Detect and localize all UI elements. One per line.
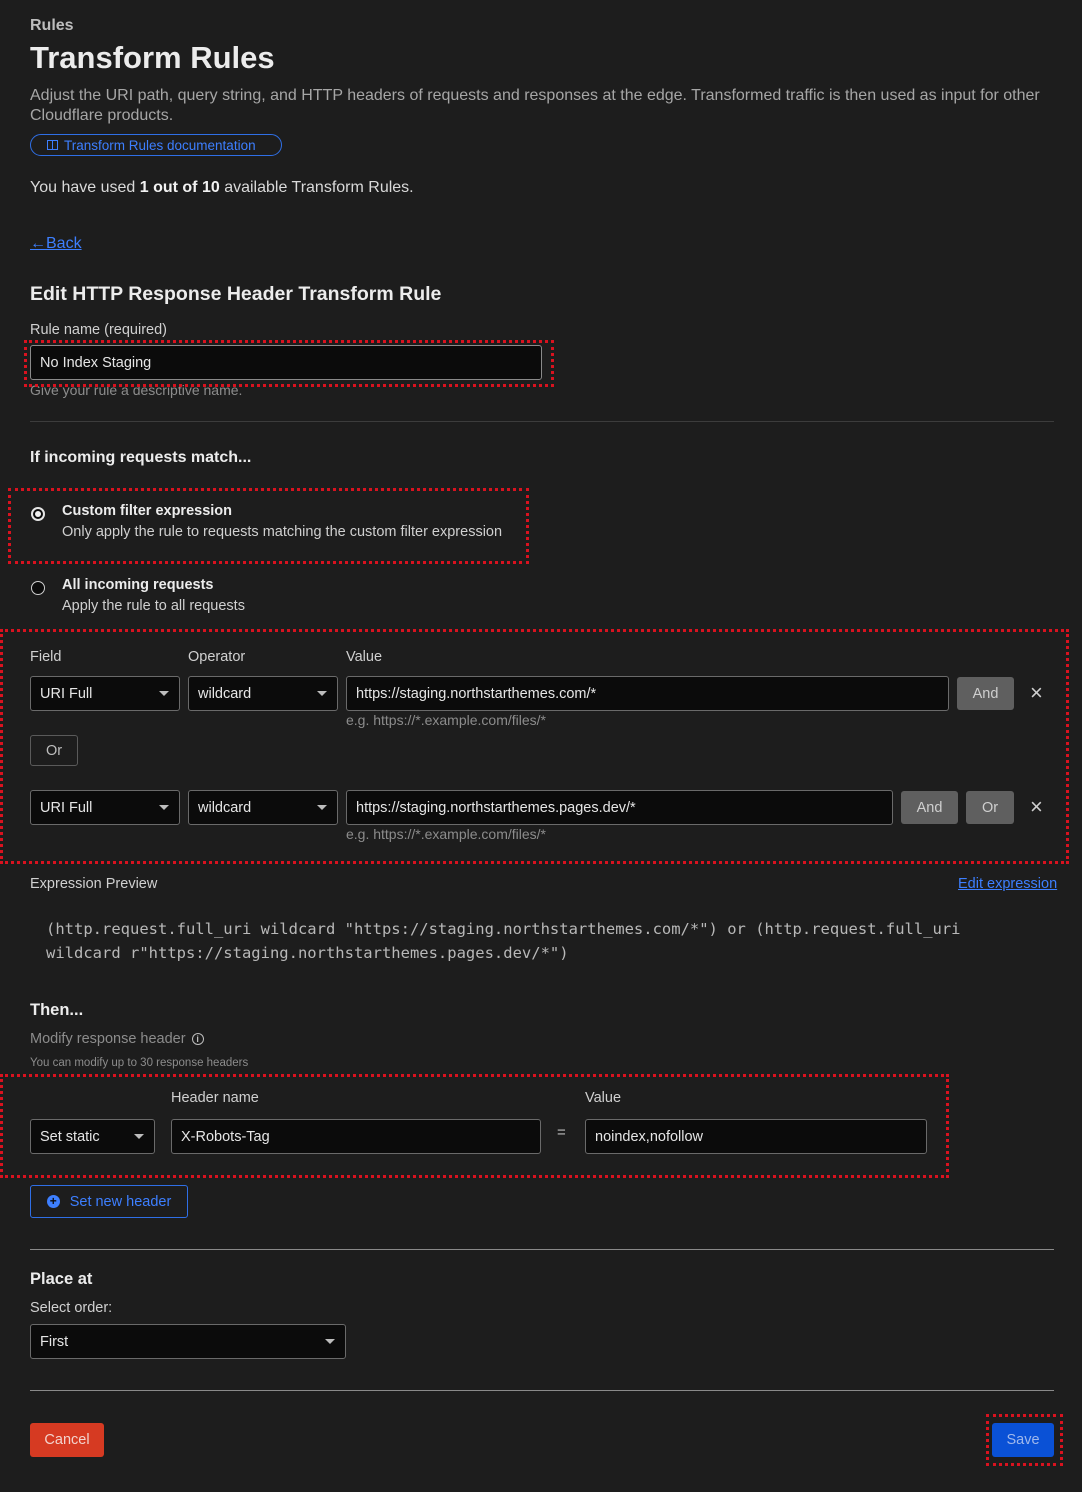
field-select-value: URI Full [40,685,93,702]
page-description: Adjust the URI path, query string, and H… [30,87,1040,124]
value-input[interactable]: https://staging.northstarthemes.com/* [346,676,949,711]
place-at-title: Place at [30,1270,93,1288]
expression-preview: (http.request.full_uri wildcard "https:/… [46,917,1056,965]
modify-header-text: Modify response header [30,1031,186,1047]
then-title: Then... [30,1001,84,1019]
custom-filter-radio[interactable] [31,507,45,521]
and-button[interactable]: And [901,791,958,824]
documentation-link[interactable]: Transform Rules documentation [30,134,282,156]
expression-preview-label: Expression Preview [30,876,158,892]
rule-name-input[interactable]: No Index Staging [30,345,542,380]
rule-name-label: Rule name (required) [30,322,168,338]
and-button[interactable]: And [957,677,1014,710]
value-column-label: Value [346,649,383,665]
usage-count: 1 out of 10 [139,179,220,196]
field-select-value: URI Full [40,799,93,816]
custom-filter-label: Custom filter expression [62,503,233,519]
all-requests-radio[interactable] [31,581,45,595]
operator-select[interactable]: wildcard [188,790,338,825]
chevron-down-icon [317,691,327,696]
all-requests-desc: Apply the rule to all requests [62,598,245,614]
page-title: Transform Rules [30,40,275,75]
field-select[interactable]: URI Full [30,790,180,825]
all-requests-label: All incoming requests [62,577,214,593]
header-name-label: Header name [171,1090,259,1106]
set-new-header-label: Set new header [69,1193,172,1210]
equals-sign: = [557,1124,566,1141]
chevron-down-icon [317,805,327,810]
usage-text: You have used 1 out of 10 available Tran… [30,179,414,196]
divider [30,1249,1054,1250]
documentation-link-label: Transform Rules documentation [64,137,256,153]
header-value-label: Value [585,1090,622,1106]
value-hint: e.g. https://*.example.com/files/* [346,712,546,728]
operator-select[interactable]: wildcard [188,676,338,711]
header-limit-note: You can modify up to 30 response headers [30,1057,249,1069]
back-link-label: Back [46,235,82,252]
operator-select-value: wildcard [198,799,252,816]
match-title: If incoming requests match... [30,449,252,466]
chevron-down-icon [134,1134,144,1139]
cancel-button[interactable]: Cancel [30,1423,104,1457]
field-select[interactable]: URI Full [30,676,180,711]
operator-select-value: wildcard [198,685,252,702]
chevron-down-icon [325,1339,335,1344]
header-action-select[interactable]: Set static [30,1119,155,1154]
plus-icon: + [46,1195,60,1208]
remove-row-icon[interactable]: × [1030,796,1043,818]
back-arrow-icon: ← [30,235,46,252]
custom-filter-desc: Only apply the rule to requests matching… [62,524,503,540]
expression-line: wildcard r"https://staging.northstarthem… [46,944,569,962]
header-name-input[interactable]: X-Robots-Tag [171,1119,541,1154]
order-select-value: First [40,1333,69,1350]
modify-header-label: Modify response header i [30,1031,204,1047]
breadcrumb: Rules [30,17,74,34]
form-title: Edit HTTP Response Header Transform Rule [30,283,442,305]
header-action-value: Set static [40,1128,100,1145]
chevron-down-icon [159,805,169,810]
chevron-down-icon [159,691,169,696]
order-select[interactable]: First [30,1324,346,1359]
value-hint: e.g. https://*.example.com/files/* [346,826,546,842]
divider [30,421,1054,422]
edit-expression-link[interactable]: Edit expression [958,876,1057,892]
book-icon [47,140,58,150]
or-separator-button[interactable]: Or [30,735,78,766]
remove-row-icon[interactable]: × [1030,682,1043,704]
value-input[interactable]: https://staging.northstarthemes.pages.de… [346,790,893,825]
set-new-header-button[interactable]: + Set new header [30,1185,188,1218]
operator-column-label: Operator [188,649,246,665]
header-value-input[interactable]: noindex,nofollow [585,1119,927,1154]
field-column-label: Field [30,649,62,665]
or-button[interactable]: Or [966,791,1014,824]
divider [30,1390,1054,1391]
select-order-label: Select order: [30,1300,113,1316]
expression-line: (http.request.full_uri wildcard "https:/… [46,920,961,938]
info-icon[interactable]: i [191,1033,204,1046]
save-button[interactable]: Save [992,1423,1054,1457]
back-link[interactable]: ←Back [30,235,82,253]
